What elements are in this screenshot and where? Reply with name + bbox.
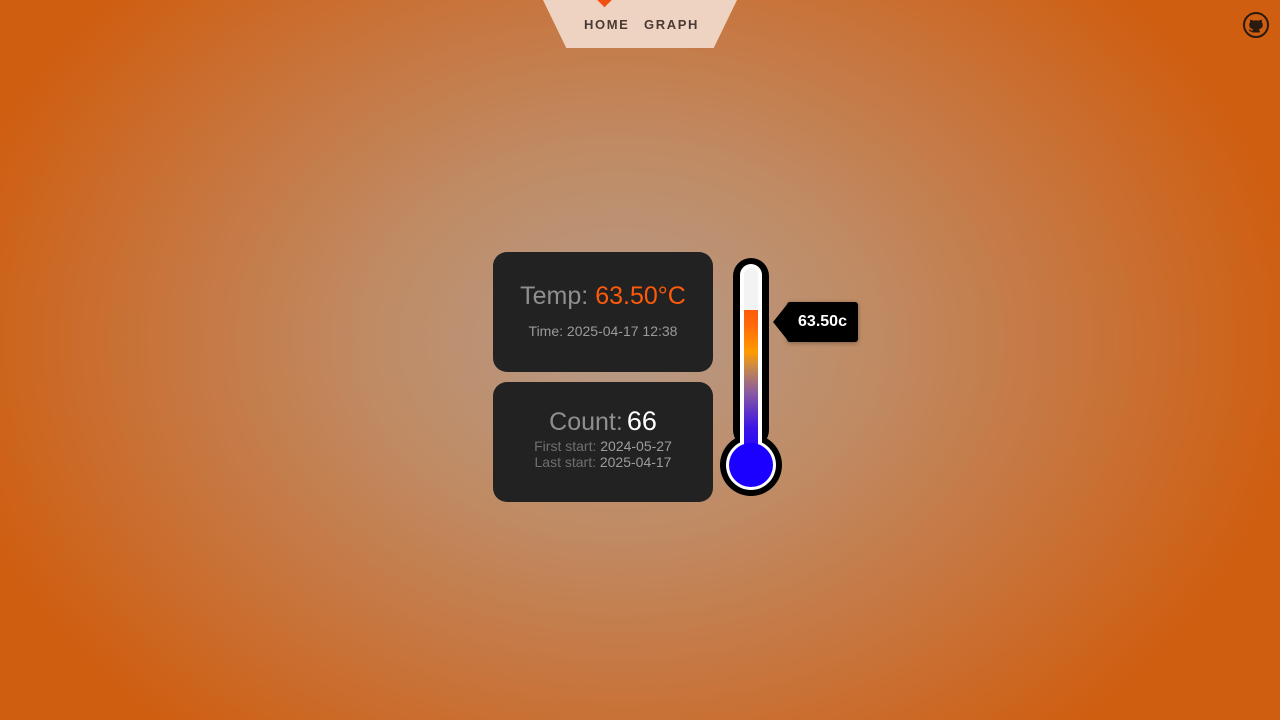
time-line: Time: 2025-04-17 12:38: [493, 323, 713, 339]
thermometer-fill: [744, 310, 758, 460]
thermometer-bulb: [729, 443, 773, 487]
temperature-label: Temp:: [520, 282, 589, 310]
count-card: Count: 66 First start: 2024-05-27 Last st…: [493, 382, 713, 502]
temperature-value: 63.50°C: [595, 282, 686, 310]
count-value: 66: [626, 406, 657, 436]
time-value: 2025-04-17 12:38: [566, 323, 678, 339]
thermometer: [716, 255, 786, 501]
last-start-value: 2025-04-17: [599, 454, 672, 470]
temperature-card: Temp: 63.50°C Time: 2025-04-17 12:38: [493, 252, 713, 372]
first-start-line: First start: 2024-05-27: [493, 438, 713, 454]
count-label: Count:: [549, 408, 623, 436]
temperature-tooltip: 63.50c: [773, 302, 858, 342]
nav-graph-link[interactable]: GRAPH: [644, 17, 699, 32]
first-start-label: First start:: [534, 438, 597, 454]
tooltip-text: 63.50c: [798, 313, 847, 330]
last-start-line: Last start: 2025-04-17: [493, 454, 713, 470]
top-navigation: [543, 0, 737, 48]
temperature-line: Temp: 63.50°C: [493, 282, 713, 311]
first-start-value: 2024-05-27: [600, 438, 672, 454]
nav-home-link[interactable]: HOME: [584, 17, 629, 32]
time-label: Time:: [528, 323, 564, 339]
count-line: Count: 66: [493, 406, 713, 437]
last-start-label: Last start:: [534, 454, 596, 470]
github-icon[interactable]: [1242, 11, 1270, 39]
